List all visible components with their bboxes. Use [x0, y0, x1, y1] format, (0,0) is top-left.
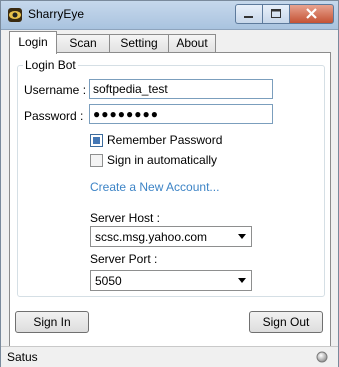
sign-in-automatically-label: Sign in automatically	[107, 153, 218, 167]
title-bar[interactable]: SharryEye	[1, 1, 338, 30]
app-window: SharryEye Login Scan Setting About Login…	[0, 0, 339, 367]
remember-password-label: Remember Password	[107, 133, 223, 147]
server-port-select[interactable]: 5050	[90, 270, 252, 291]
server-port-label: Server Port :	[90, 252, 158, 266]
username-label: Username :	[24, 83, 87, 97]
server-host-value: scsc.msg.yahoo.com	[95, 230, 208, 244]
minimize-button[interactable]	[235, 4, 262, 24]
server-host-label: Server Host :	[90, 211, 161, 225]
close-icon	[306, 8, 317, 19]
checkbox-unchecked-icon	[90, 153, 103, 167]
sign-in-automatically-checkbox[interactable]: Sign in automatically	[90, 152, 217, 168]
maximize-icon	[271, 9, 281, 18]
username-input[interactable]	[89, 79, 273, 99]
tab-setting[interactable]: Setting	[109, 34, 169, 53]
tab-about[interactable]: About	[168, 34, 216, 53]
app-eye-icon	[8, 8, 22, 22]
window-title: SharryEye	[28, 7, 85, 21]
checkbox-checked-icon	[90, 133, 103, 147]
group-label: Login Bot	[23, 58, 78, 72]
login-bot-group: Login Bot Username : Password : ●●●●●●●●…	[17, 58, 325, 297]
password-input[interactable]: ●●●●●●●●	[89, 104, 273, 124]
window-controls	[235, 4, 334, 24]
server-port-value: 5050	[95, 274, 122, 288]
sign-in-button[interactable]: Sign In	[15, 311, 89, 333]
password-label: Password :	[24, 109, 84, 123]
close-button[interactable]	[289, 4, 334, 24]
sign-out-button[interactable]: Sign Out	[249, 311, 323, 333]
status-indicator-icon	[316, 351, 328, 363]
status-bar: Satus	[1, 346, 338, 367]
create-account-link[interactable]: Create a New Account...	[90, 180, 219, 194]
tab-scan[interactable]: Scan	[56, 34, 110, 53]
login-tab-panel: Login Bot Username : Password : ●●●●●●●●…	[9, 52, 331, 347]
tab-login[interactable]: Login	[9, 31, 57, 54]
server-host-select[interactable]: scsc.msg.yahoo.com	[90, 226, 252, 247]
maximize-button[interactable]	[262, 4, 289, 24]
status-text: Satus	[7, 350, 38, 364]
remember-password-checkbox[interactable]: Remember Password	[90, 132, 222, 148]
chevron-down-icon	[238, 234, 246, 239]
minimize-icon	[244, 16, 253, 18]
chevron-down-icon	[238, 278, 246, 283]
